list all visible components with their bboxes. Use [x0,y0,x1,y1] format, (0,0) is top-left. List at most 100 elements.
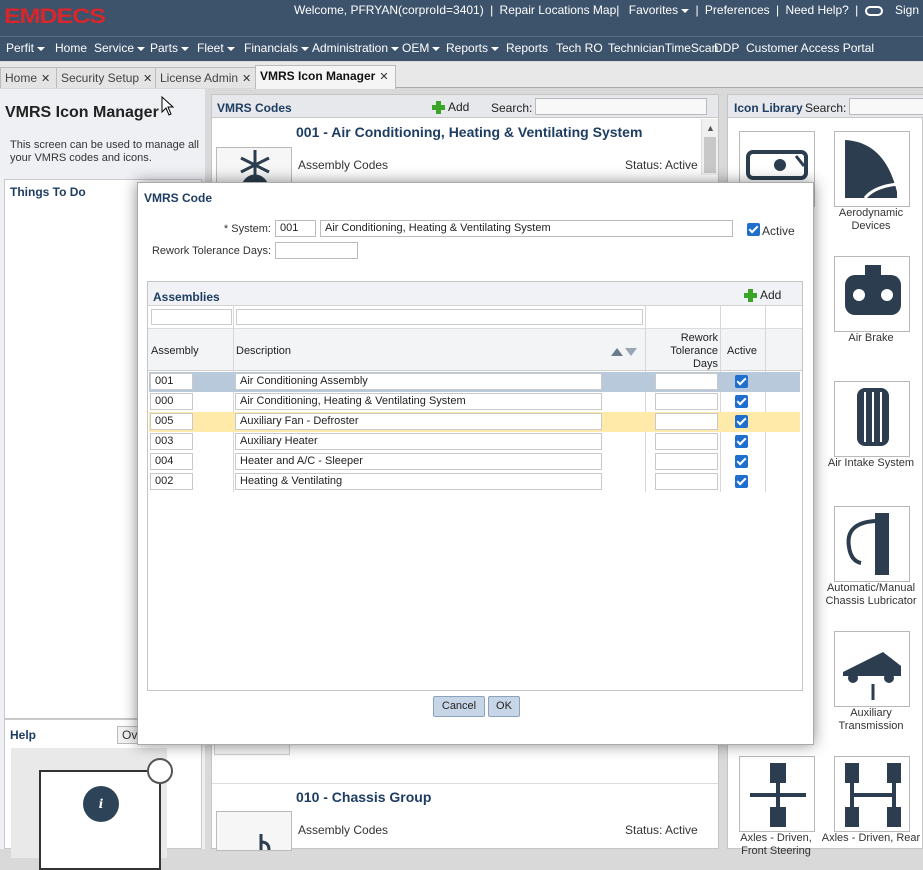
menu-tech-ro[interactable]: Tech RO [556,41,603,55]
assembly-description-input[interactable]: Air Conditioning, Heating & Ventilating … [235,393,602,410]
assembly-description-input[interactable]: Auxiliary Fan - Defroster [235,413,602,430]
scrollbar[interactable]: ▲ [701,119,718,175]
menu-home[interactable]: Home [55,41,87,55]
menu-financials[interactable]: Financials [244,41,310,55]
chassis-icon[interactable] [216,811,292,851]
active-checkbox[interactable] [735,395,748,408]
assembly-code-input[interactable]: 000 [150,393,193,410]
menu-oem[interactable]: OEM [402,41,441,55]
active-label: Active [762,224,795,238]
active-checkbox[interactable] [735,455,748,468]
sort-arrows-icon[interactable] [611,345,637,359]
menu-perfit[interactable]: Perfit [6,41,46,55]
description-filter-input[interactable] [236,309,643,325]
chevron-up-icon[interactable]: ▲ [706,123,715,133]
air-brake-icon[interactable] [834,256,910,332]
assembly-description-input[interactable]: Air Conditioning Assembly [235,373,602,390]
menu-parts[interactable]: Parts [150,41,190,55]
mouse-cursor-icon [161,96,175,116]
cancel-button[interactable]: Cancel [433,696,485,717]
tab-security-setup[interactable]: Security Setup ✕ [56,67,160,88]
assembly-code-input[interactable]: 003 [150,433,193,450]
assembly-filter-input[interactable] [151,309,232,325]
system-code-input[interactable]: 001 [275,220,316,237]
chevron-down-icon [491,46,500,51]
add-assembly-button[interactable]: Add [744,288,781,303]
col-description[interactable]: Description [236,345,291,357]
add-code-button[interactable]: Add [432,100,469,115]
rework-tolerance-input[interactable] [655,453,718,470]
assemblies-header: Assemblies Add [148,282,802,306]
tab-vmrs-icon-manager[interactable]: VMRS Icon Manager ✕ [255,65,396,89]
table-row[interactable]: 000 Air Conditioning, Heating & Ventilati… [149,392,800,412]
icon-caption: Air Brake [848,332,894,344]
menu-technician-timescan[interactable]: TechnicianTimeScan [608,41,718,55]
system-title[interactable]: 010 - Chassis Group [296,789,431,805]
auxiliary-transmission-icon[interactable] [834,631,910,707]
table-row[interactable]: 001 Air Conditioning Assembly [149,372,800,392]
rework-tolerance-input[interactable] [655,413,718,430]
assembly-description-input[interactable]: Auxiliary Heater [235,433,602,450]
active-checkbox[interactable] [735,435,748,448]
active-checkbox[interactable] [735,475,748,488]
chat-icon[interactable] [864,5,883,16]
rework-tolerance-input[interactable] [275,242,358,259]
assembly-description-input[interactable]: Heater and A/C - Sleeper [235,453,602,470]
col-assembly[interactable]: Assembly [151,345,199,357]
menu-administration[interactable]: Administration [312,41,400,55]
icon-caption: Aerodynamic Devices [838,207,904,232]
system-title[interactable]: 001 - Air Conditioning, Heating & Ventil… [296,124,642,140]
scroll-thumb[interactable] [704,137,716,173]
rework-tolerance-input[interactable] [655,393,718,410]
assembly-code-input[interactable]: 004 [150,453,193,470]
col-rework-tolerance[interactable]: Rework Tolerance Days [648,332,718,371]
close-icon[interactable]: ✕ [242,73,251,85]
close-icon[interactable]: ✕ [143,73,152,85]
assembly-code-input[interactable]: 001 [150,373,193,390]
close-icon[interactable]: ✕ [379,71,388,83]
tab-home[interactable]: Home ✕ [0,67,58,88]
axles-rear-icon[interactable] [834,756,910,832]
vmrs-codes-header: VMRS Codes Add Search: [212,95,718,118]
ok-button[interactable]: OK [488,696,520,717]
chassis-lubricator-icon[interactable] [834,506,910,582]
table-row[interactable]: 004 Heater and A/C - Sleeper [149,452,800,472]
menu-reports-2[interactable]: Reports [506,41,548,55]
close-icon[interactable]: ✕ [41,73,50,85]
active-checkbox[interactable] [735,375,748,388]
menu-service[interactable]: Service [94,41,146,55]
screen-illustration: i [39,770,161,870]
air-intake-system-icon[interactable] [834,381,910,457]
search-input[interactable] [535,98,707,115]
axles-front-steering-icon[interactable] [739,756,815,832]
tab-license-admin[interactable]: License Admin ✕ [155,67,259,88]
menu-reports[interactable]: Reports [446,41,500,55]
active-checkbox[interactable] [747,223,760,236]
menu-ddp[interactable]: DDP [714,41,739,55]
col-active[interactable]: Active [727,345,757,357]
active-checkbox[interactable] [735,415,748,428]
rework-tolerance-input[interactable] [655,473,718,490]
rework-tolerance-input[interactable] [655,373,718,390]
assembly-code-input[interactable]: 005 [150,413,193,430]
system-description-input[interactable]: Air Conditioning, Heating & Ventilating … [320,220,733,237]
table-row[interactable]: 002 Heating & Ventilating [149,472,800,492]
vmrs-code-dialog: VMRS Code * System: 001 Air Conditioning… [137,182,814,745]
library-search-input[interactable] [849,98,923,115]
icon-caption: Auxiliary Transmission [838,707,904,732]
assembly-description-input[interactable]: Heating & Ventilating [235,473,602,490]
sign-out-link[interactable]: Sign [895,3,919,17]
table-row[interactable]: 003 Auxiliary Heater [149,432,800,452]
table-row[interactable]: 005 Auxiliary Fan - Defroster [149,412,800,432]
need-help-link[interactable]: Need Help? [785,3,848,17]
rework-tolerance-input[interactable] [655,433,718,450]
preferences-link[interactable]: Preferences [705,3,770,17]
menu-fleet[interactable]: Fleet [197,41,235,55]
menu-customer-access-portal[interactable]: Customer Access Portal [746,41,874,55]
emdecs-logo[interactable]: EMDECS [4,4,106,29]
favorites-menu[interactable]: Favorites [626,3,690,17]
assembly-code-input[interactable]: 002 [150,473,193,490]
chevron-down-icon [37,46,46,51]
repair-locations-map-link[interactable]: Repair Locations Map| [500,3,620,17]
aerodynamic-devices-icon[interactable] [834,131,910,207]
